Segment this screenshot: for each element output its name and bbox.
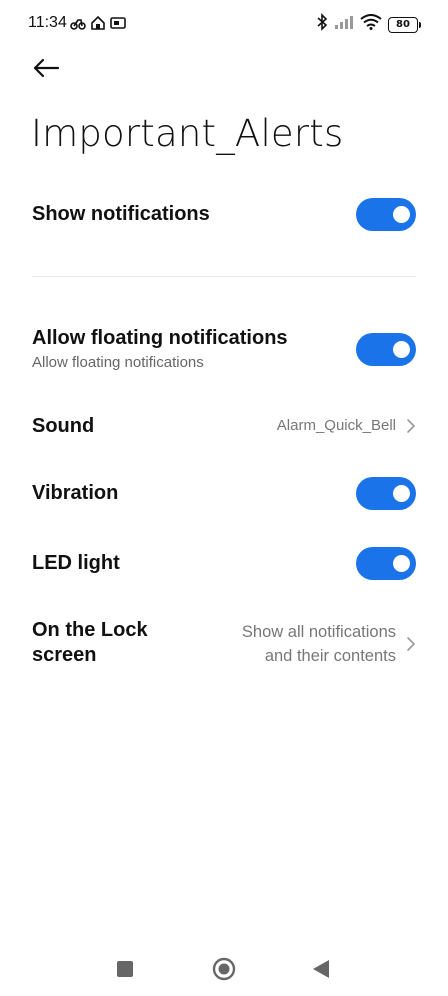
toggle-knob (393, 554, 410, 572)
bluetooth-icon (316, 13, 328, 36)
lock-screen-value-line2: and their contents (264, 647, 396, 665)
arrow-left-icon (32, 57, 60, 84)
wifi-icon (360, 14, 382, 35)
vibration-label: Vibration (32, 481, 119, 504)
battery-icon: 80 (388, 16, 421, 33)
scooter-icon (70, 15, 86, 31)
page-title: Important_Alerts (31, 112, 344, 155)
recents-button[interactable] (116, 960, 134, 983)
vibration-toggle[interactable] (356, 476, 416, 510)
toggle-knob (393, 484, 410, 502)
lock-screen-row[interactable]: On the Lock screen Show all notification… (32, 618, 416, 672)
toggle-knob (393, 205, 410, 223)
sound-label: Sound (32, 414, 95, 437)
lock-screen-value-line1: Show all notifications (241, 623, 396, 641)
status-time: 11:34 (28, 14, 67, 31)
home-signal-icon (90, 15, 106, 31)
back-nav-button[interactable] (312, 959, 330, 984)
show-notifications-label: Show notifications (32, 202, 210, 225)
floating-notifications-row[interactable]: Allow floating notifications Allow float… (32, 326, 416, 372)
floating-notifications-toggle[interactable] (356, 332, 416, 366)
battery-level: 80 (396, 19, 410, 30)
toggle-knob (393, 340, 410, 358)
lock-screen-label-line1: On the Lock (32, 619, 148, 641)
back-button[interactable] (28, 54, 64, 86)
vibration-row[interactable]: Vibration (32, 476, 416, 510)
led-light-label: LED light (32, 551, 120, 574)
status-bar: 11:34 80 (0, 0, 448, 48)
floating-notifications-label: Allow floating notifications (32, 327, 288, 349)
circle-home-icon (212, 957, 236, 985)
square-recents-icon (116, 961, 134, 982)
divider (32, 276, 416, 277)
led-light-toggle[interactable] (356, 546, 416, 580)
sound-row[interactable]: Sound Alarm_Quick_Bell (32, 410, 416, 442)
led-light-row[interactable]: LED light (32, 546, 416, 580)
cast-icon (110, 15, 126, 31)
navigation-bar (0, 944, 448, 996)
show-notifications-toggle[interactable] (356, 197, 416, 231)
sound-value: Alarm_Quick_Bell (276, 417, 396, 434)
lock-screen-label-line2: screen (32, 644, 97, 666)
signal-icon (334, 14, 354, 35)
home-button[interactable] (212, 957, 236, 986)
chevron-right-icon (406, 636, 416, 652)
chevron-right-icon (406, 418, 416, 434)
floating-notifications-sublabel: Allow floating notifications (32, 354, 204, 371)
show-notifications-row[interactable]: Show notifications (32, 197, 416, 231)
triangle-back-icon (312, 960, 330, 983)
